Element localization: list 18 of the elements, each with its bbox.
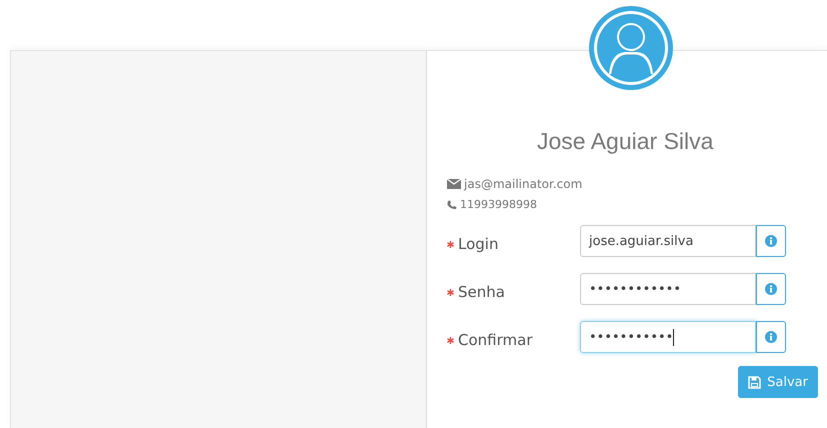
info-icon [765,283,777,295]
info-button[interactable] [756,321,786,353]
info-icon [765,235,777,247]
info-button[interactable] [756,225,786,257]
input-field[interactable]: ••••••••••• [580,321,756,353]
phone-icon [447,200,457,210]
field-label: Senha [458,283,505,301]
envelope-icon [447,179,461,189]
field-label: Login [458,235,498,253]
input-field[interactable]: jose.aguiar.silva [580,225,756,257]
user-name: Jose Aguiar Silva [537,128,714,155]
input-field[interactable]: •••••••••••• [580,273,756,305]
email-text: jas@mailinator.com [464,177,582,191]
avatar-icon [589,6,673,90]
phone-text: 11993998998 [460,198,537,211]
info-icon [765,331,777,343]
info-button[interactable] [756,273,786,305]
field-label: Confirmar [458,331,532,349]
